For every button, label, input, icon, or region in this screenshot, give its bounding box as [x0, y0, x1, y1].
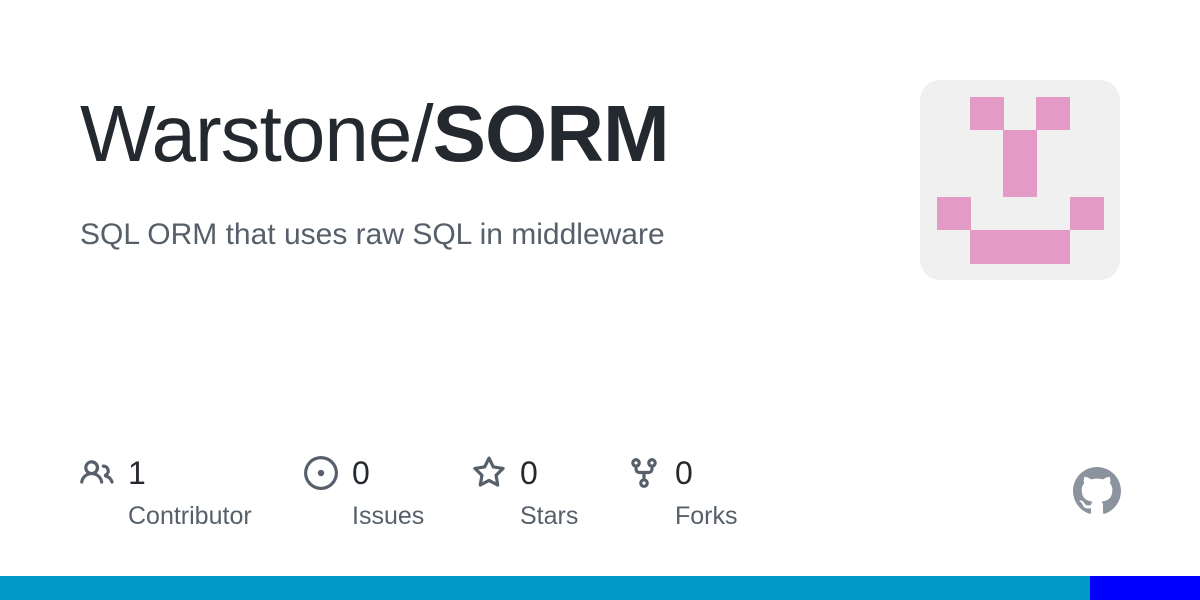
- issue-opened-icon: [304, 456, 338, 490]
- language-segment-secondary: [1089, 576, 1200, 600]
- repo-social-card: Warstone/SORM SQL ORM that uses raw SQL …: [0, 0, 1200, 600]
- stars-label: Stars: [520, 502, 579, 530]
- contributors-count: 1: [128, 455, 146, 491]
- repo-owner: Warstone/: [80, 89, 434, 178]
- language-bar: [0, 576, 1200, 600]
- issues-count: 0: [352, 455, 370, 491]
- identicon-avatar-icon: [937, 97, 1104, 264]
- repo-forked-icon: [631, 458, 657, 488]
- github-mark-icon[interactable]: [1073, 467, 1121, 515]
- stars-count: 0: [520, 455, 538, 491]
- issues-label: Issues: [352, 502, 425, 530]
- repo-description: SQL ORM that uses raw SQL in middleware: [80, 218, 665, 251]
- star-icon: [473, 456, 505, 487]
- repo-name: SORM: [432, 89, 670, 178]
- people-icon: [80, 460, 114, 484]
- forks-count: 0: [675, 455, 693, 491]
- owner-avatar[interactable]: [920, 80, 1120, 280]
- repo-title[interactable]: Warstone/SORM: [80, 86, 670, 182]
- contributors-label: Contributor: [128, 502, 252, 530]
- forks-label: Forks: [675, 502, 738, 530]
- language-segment-primary: [0, 576, 1090, 600]
